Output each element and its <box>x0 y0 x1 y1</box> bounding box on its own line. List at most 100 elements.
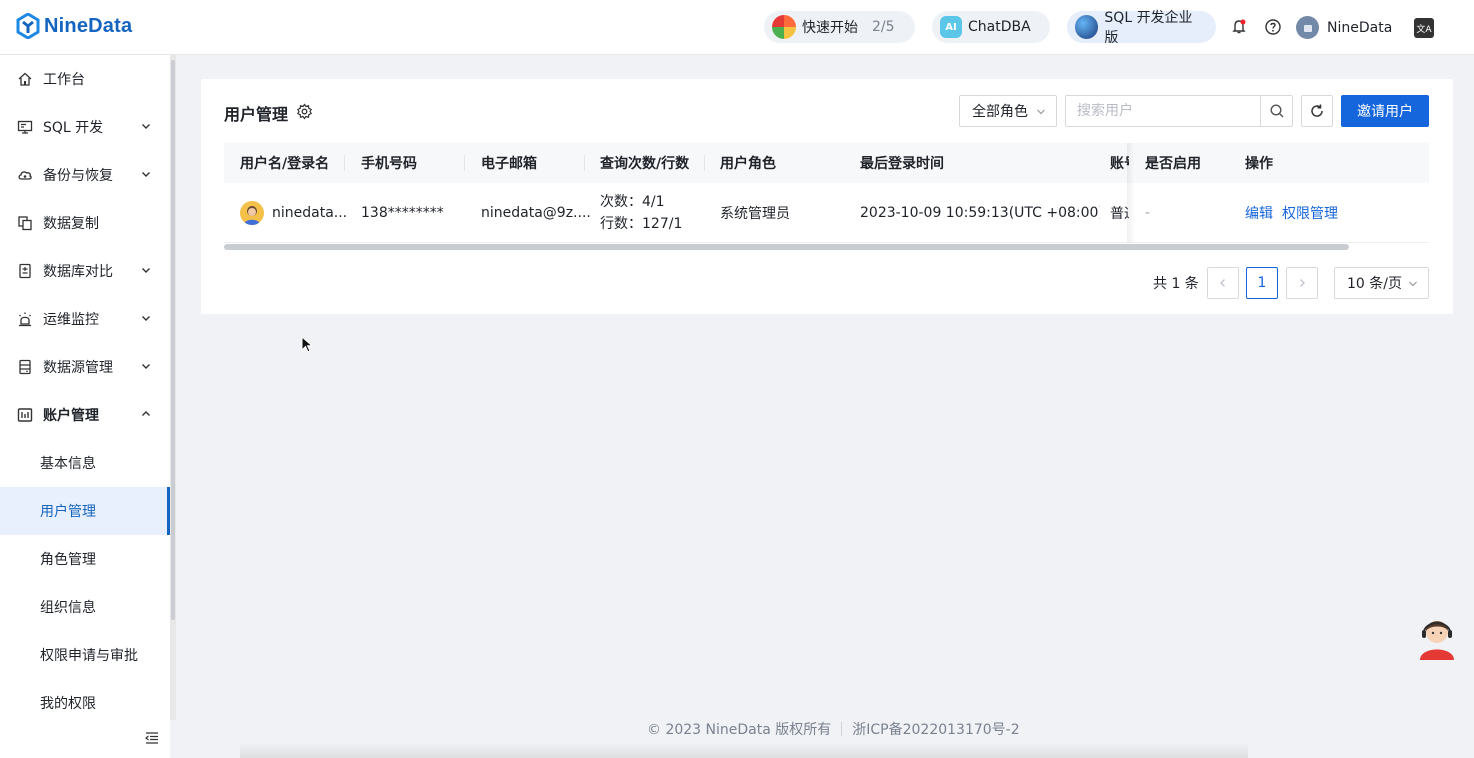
sidebar-subitem-role-management[interactable]: 角色管理 <box>0 535 170 583</box>
column-header-email[interactable]: 电子邮箱 <box>481 143 581 183</box>
sidebar-item-label: 备份与恢复 <box>43 168 113 184</box>
sidebar-item-label: 数据源管理 <box>43 360 113 376</box>
account-icon <box>17 408 33 422</box>
sidebar-item-sql-dev[interactable]: SQL 开发 <box>0 103 170 151</box>
customer-service-icon[interactable] <box>1418 614 1456 660</box>
sidebar-item-label: 数据复制 <box>43 216 99 232</box>
compare-icon <box>19 263 31 279</box>
column-header-last-login[interactable]: 最后登录时间 <box>860 143 1060 183</box>
footer-shadow <box>240 742 1248 758</box>
help-icon[interactable] <box>1264 18 1282 36</box>
quick-start-button[interactable]: 快速开始 2/5 <box>764 11 915 43</box>
chevron-up-icon <box>142 411 150 416</box>
role-filter-value: 全部角色 <box>972 104 1028 120</box>
query-count-label: 次数： <box>600 194 642 210</box>
sidebar-item-monitoring[interactable]: 运维监控 <box>0 295 170 343</box>
sidebar-subitem-org-info[interactable]: 组织信息 <box>0 583 170 631</box>
chevron-down-icon <box>142 172 150 177</box>
database-icon <box>19 359 31 375</box>
sidebar-subitem-basic-info[interactable]: 基本信息 <box>0 439 170 487</box>
page-button-current[interactable]: 1 <box>1246 267 1278 299</box>
sidebar-subitem-user-management[interactable]: 用户管理 <box>0 487 170 535</box>
sidebar-item-db-compare[interactable]: 数据库对比 <box>0 247 170 295</box>
column-header-username[interactable]: 用户名/登录名 <box>240 143 340 183</box>
chevron-down-icon <box>142 268 150 273</box>
cell-phone: 138******** <box>361 205 444 221</box>
chevron-down-icon <box>1409 281 1417 287</box>
user-avatar <box>240 201 264 225</box>
sidebar-item-label: 账户管理 <box>43 408 99 424</box>
sidebar-item-label: 运维监控 <box>43 312 99 328</box>
sidebar-scrollbar-thumb[interactable] <box>171 60 175 620</box>
home-icon <box>18 72 32 86</box>
sidebar-subitem-my-permissions[interactable]: 我的权限 <box>0 679 170 727</box>
fixed-column-shadow <box>1127 143 1135 243</box>
table-horizontal-scrollbar <box>224 243 1429 251</box>
ai-icon: AI <box>940 16 962 38</box>
username-text: ninedata... <box>272 205 348 221</box>
search-button[interactable] <box>1260 96 1292 126</box>
page-size-select[interactable]: 10 条/页 <box>1334 267 1429 299</box>
sql-plan-button[interactable]: SQL 开发企业版 <box>1067 10 1216 46</box>
chevron-down-icon <box>142 316 150 321</box>
ninedata-logo[interactable]: NineData <box>16 13 132 39</box>
cell-actions: 编辑 权限管理 <box>1245 183 1405 243</box>
role-filter-select[interactable]: 全部角色 <box>959 95 1057 127</box>
collapse-sidebar-icon[interactable] <box>144 730 160 746</box>
sidebar-subitem-permission-approval[interactable]: 权限申请与审批 <box>0 631 170 679</box>
user-avatar-icon <box>244 206 260 225</box>
table-scrollbar-thumb[interactable] <box>224 244 1349 250</box>
query-rows-value: 127/1 <box>642 216 683 232</box>
globe-icon <box>1075 15 1099 39</box>
sidebar-item-backup[interactable]: 备份与恢复 <box>0 151 170 199</box>
edit-link[interactable]: 编辑 <box>1245 203 1273 223</box>
user-menu[interactable]: NineData <box>1296 16 1392 39</box>
logo-mark-icon <box>16 13 40 39</box>
user-management-card: 用户管理 全部角色 邀请用户 用户名/登录名 手机号码 电子邮箱 查询次数/行数… <box>201 79 1453 314</box>
sidebar-item-label: SQL 开发 <box>43 120 104 136</box>
copy-icon <box>18 216 32 231</box>
sidebar-item-datasource[interactable]: 数据源管理 <box>0 343 170 391</box>
page-title: 用户管理 <box>224 105 289 124</box>
column-header-enabled[interactable]: 是否启用 <box>1145 143 1225 183</box>
bell-icon[interactable] <box>1230 18 1248 36</box>
query-count-value: 4/1 <box>642 194 665 210</box>
invite-user-button[interactable]: 邀请用户 <box>1341 95 1429 127</box>
column-header-phone[interactable]: 手机号码 <box>361 143 461 183</box>
chatdba-label: ChatDBA <box>968 19 1031 35</box>
page-size-value: 10 条/页 <box>1347 276 1402 292</box>
language-icon[interactable]: 文A <box>1414 18 1434 38</box>
column-divider <box>704 155 705 171</box>
gear-icon[interactable] <box>296 103 313 120</box>
cell-last-login: 2023-10-09 10:59:13(UTC +08:00) <box>860 205 1100 221</box>
permission-management-link[interactable]: 权限管理 <box>1282 203 1338 223</box>
column-header-actions[interactable]: 操作 <box>1245 143 1325 183</box>
column-header-role[interactable]: 用户角色 <box>720 143 820 183</box>
chevron-right-icon <box>1300 279 1305 287</box>
column-header-query-count[interactable]: 查询次数/行数 <box>600 143 710 183</box>
prev-page-button[interactable] <box>1207 267 1239 299</box>
chatdba-button[interactable]: AI ChatDBA <box>932 11 1050 43</box>
next-page-button[interactable] <box>1286 267 1318 299</box>
chevron-left-icon <box>1220 279 1225 287</box>
quick-start-label: 快速开始 <box>802 20 858 36</box>
pagination-total: 共 1 条 <box>1153 276 1199 292</box>
search-icon <box>1269 104 1283 118</box>
footer-divider <box>841 722 843 736</box>
refresh-button[interactable] <box>1301 95 1333 127</box>
icp-link[interactable]: 浙ICP备2022013170号-2 <box>852 719 1019 739</box>
cell-role: 系统管理员 <box>720 206 790 222</box>
user-name: NineData <box>1327 19 1393 36</box>
sidebar-item-label: 工作台 <box>43 72 85 88</box>
page-footer: © 2023 NineData 版权所有 浙ICP备2022013170号-2 <box>647 719 1020 739</box>
search-input[interactable] <box>1066 96 1260 126</box>
refresh-icon <box>1311 104 1323 117</box>
cell-enabled: - <box>1145 205 1151 221</box>
logo-text: NineData <box>44 14 133 37</box>
cell-query-count: 次数：4/1 行数：127/1 <box>600 183 710 243</box>
sql-plan-label: SQL 开发企业版 <box>1104 10 1193 46</box>
cell-username: ninedata... <box>240 183 352 243</box>
sidebar-item-replication[interactable]: 数据复制 <box>0 199 170 247</box>
sidebar-item-workbench[interactable]: 工作台 <box>0 55 170 103</box>
sidebar-item-account[interactable]: 账户管理 <box>0 391 170 439</box>
